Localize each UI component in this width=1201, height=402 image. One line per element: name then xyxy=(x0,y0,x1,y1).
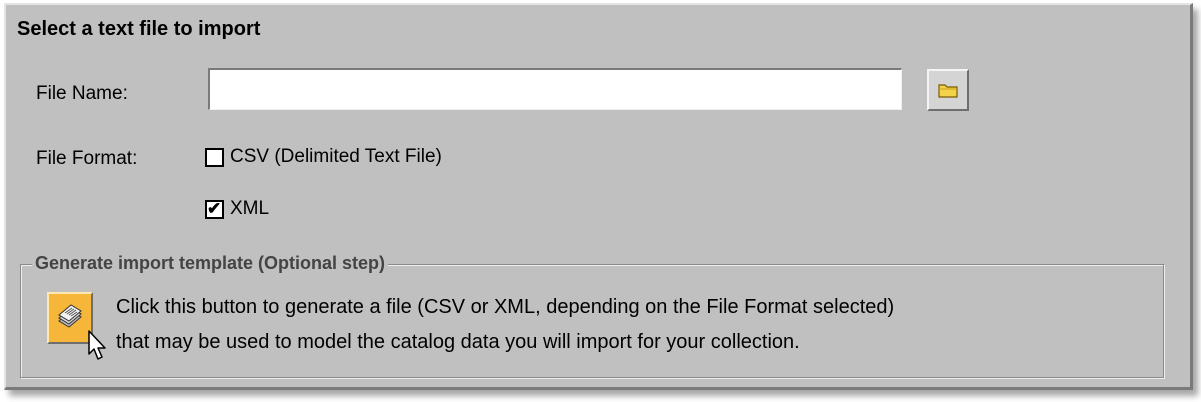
file-name-input[interactable] xyxy=(208,68,902,110)
xml-option-label: XML xyxy=(230,198,270,219)
csv-option[interactable]: CSV (Delimited Text File) xyxy=(205,146,442,168)
description-line-2: that may be used to model the catalog da… xyxy=(116,331,800,353)
file-format-label: File Format: xyxy=(36,148,138,169)
dialog-title: Select a text file to import xyxy=(17,18,261,40)
template-description: Click this button to generate a file (CS… xyxy=(116,290,894,360)
browse-button[interactable] xyxy=(927,69,969,111)
csv-option-label: CSV (Delimited Text File) xyxy=(230,146,442,167)
template-group-legend: Generate import template (Optional step) xyxy=(32,253,389,274)
description-line-1: Click this button to generate a file (CS… xyxy=(116,296,895,318)
csv-checkbox[interactable] xyxy=(205,147,224,167)
checkmark-icon: ✔ xyxy=(207,198,222,218)
mouse-pointer-icon xyxy=(88,330,106,360)
xml-option[interactable]: ✔ XML xyxy=(205,198,269,220)
file-name-label: File Name: xyxy=(36,83,128,104)
documents-icon xyxy=(58,304,82,328)
generate-template-button[interactable] xyxy=(47,292,93,344)
folder-icon xyxy=(938,84,958,98)
xml-checkbox[interactable]: ✔ xyxy=(205,198,224,219)
